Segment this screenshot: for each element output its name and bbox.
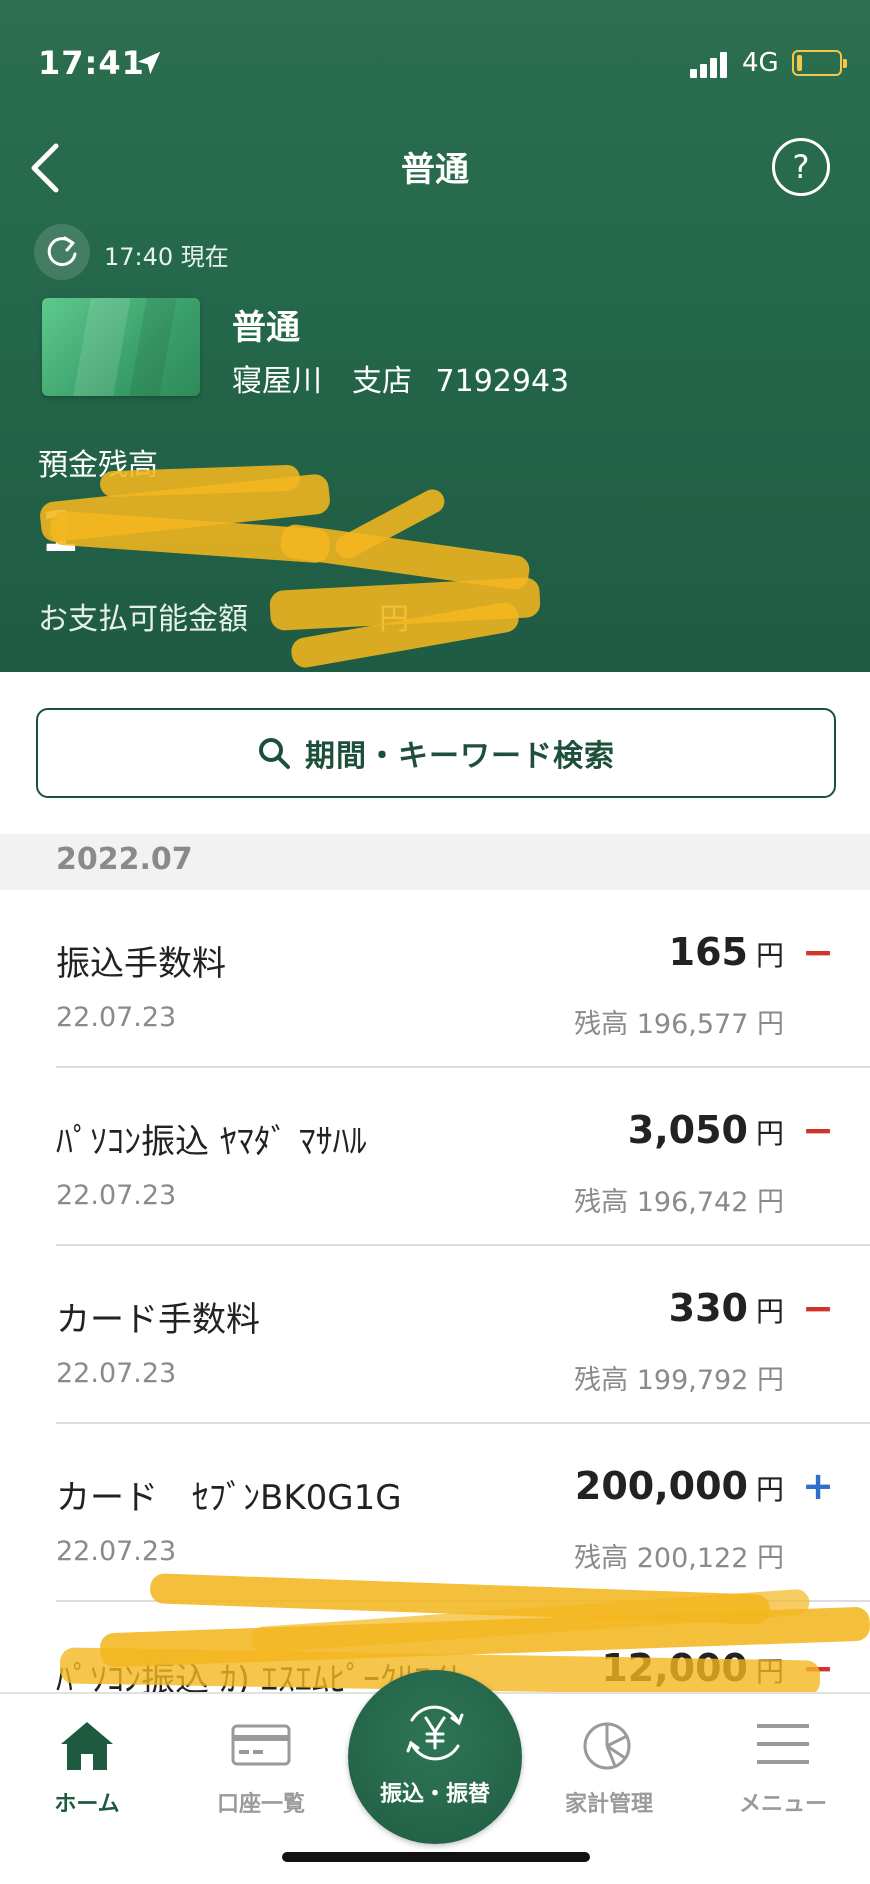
debit-sign: − — [802, 1286, 834, 1330]
tab-accounts[interactable]: 口座一覧 — [186, 1694, 336, 1834]
debit-sign: − — [802, 1108, 834, 1152]
search-label: 期間・キーワード検索 — [305, 739, 615, 774]
signal-icon — [690, 50, 730, 78]
month-header: 2022.07 — [0, 834, 870, 890]
transaction-amount: 330 円 — [669, 1286, 784, 1330]
help-button[interactable]: ? — [772, 138, 830, 196]
transaction-description: カード ｾﾌﾞﾝBK0G1G — [56, 1478, 402, 1518]
running-balance: 残高 196,577 円 — [574, 1009, 784, 1040]
status-time: 17:41 — [38, 44, 145, 82]
debit-sign: − — [802, 930, 834, 974]
last-updated: 17:40 現在 — [104, 243, 229, 271]
amount-value: 3,050 — [627, 1108, 748, 1152]
tab-menu[interactable]: メニュー — [708, 1694, 858, 1834]
transaction-date: 22.07.23 — [56, 1358, 177, 1389]
running-balance: 残高 196,742 円 — [574, 1187, 784, 1218]
running-balance: 残高 200,122 円 — [574, 1543, 784, 1574]
refresh-icon[interactable] — [34, 224, 90, 280]
tab-accounts-label: 口座一覧 — [216, 1792, 305, 1817]
battery-icon — [792, 50, 847, 76]
tab-home-label: ホーム — [54, 1792, 120, 1817]
transaction-row[interactable]: ﾊﾟｿｺﾝ振込 ﾔﾏﾀﾞ ﾏｻﾊﾙ 22.07.23 3,050 円 − 残高 … — [0, 1068, 870, 1246]
yen-transfer-icon — [406, 1705, 464, 1761]
transaction-description: 振込手数料 — [56, 944, 226, 984]
currency-label: 円 — [755, 1295, 784, 1328]
transfer-label: 振込・振替 — [379, 1782, 490, 1807]
period-keyword-search-button[interactable]: 期間・キーワード検索 — [36, 708, 836, 798]
pie-chart-icon — [583, 1722, 631, 1770]
currency-label: 円 — [755, 939, 784, 972]
amount-value: 330 — [668, 1286, 748, 1330]
account-header: 17:41 4G 普通 ? 17:40 現在 普通 寝屋川 支店 7192943 — [0, 0, 870, 672]
location-arrow-icon — [137, 51, 161, 75]
status-bar: 17:41 4G — [0, 0, 870, 120]
transaction-row[interactable]: カード ｾﾌﾞﾝBK0G1G 22.07.23 200,000 円 + 残高 2… — [0, 1424, 870, 1602]
screen: 17:41 4G 普通 ? 17:40 現在 普通 寝屋川 支店 7192943 — [0, 0, 870, 1884]
account-type: 普通 — [232, 308, 300, 348]
card-icon — [231, 1724, 291, 1766]
transaction-description: ﾊﾟｿｺﾝ振込 ﾔﾏﾀﾞ ﾏｻﾊﾙ — [56, 1122, 367, 1162]
transaction-date: 22.07.23 — [56, 1002, 177, 1033]
account-branch-number: 寝屋川 支店 7192943 — [232, 364, 570, 399]
transaction-row[interactable]: 振込手数料 22.07.23 165 円 − 残高 196,577 円 — [0, 890, 870, 1068]
running-balance: 残高 199,792 円 — [574, 1365, 784, 1396]
hamburger-menu-icon — [757, 1724, 809, 1764]
transaction-date: 22.07.23 — [56, 1180, 177, 1211]
amount-value: 165 — [668, 930, 748, 974]
transaction-row[interactable]: カード手数料 22.07.23 330 円 − 残高 199,792 円 — [0, 1246, 870, 1424]
bank-card-image — [42, 298, 200, 396]
credit-sign: + — [802, 1464, 834, 1508]
tab-household[interactable]: 家計管理 — [534, 1694, 684, 1834]
transaction-date: 22.07.23 — [56, 1536, 177, 1567]
transaction-amount: 200,000 円 — [575, 1464, 784, 1508]
home-icon — [61, 1722, 113, 1770]
tab-home[interactable]: ホーム — [12, 1694, 162, 1834]
tab-household-label: 家計管理 — [564, 1792, 653, 1817]
transaction-description: カード手数料 — [56, 1300, 260, 1340]
currency-label: 円 — [755, 1117, 784, 1150]
currency-label: 円 — [755, 1473, 784, 1506]
search-icon — [259, 738, 290, 769]
available-label: お支払可能金額 — [38, 602, 248, 637]
transaction-amount: 3,050 円 — [628, 1108, 784, 1152]
amount-value: 200,000 — [574, 1464, 748, 1508]
page-title: 普通 — [401, 150, 469, 190]
month-label: 2022.07 — [56, 842, 193, 877]
transfer-button[interactable]: 振込・振替 — [348, 1670, 522, 1844]
network-type: 4G — [742, 48, 779, 78]
tab-menu-label: メニュー — [738, 1792, 827, 1817]
home-indicator — [282, 1852, 590, 1862]
transaction-amount: 165 円 — [669, 930, 784, 974]
